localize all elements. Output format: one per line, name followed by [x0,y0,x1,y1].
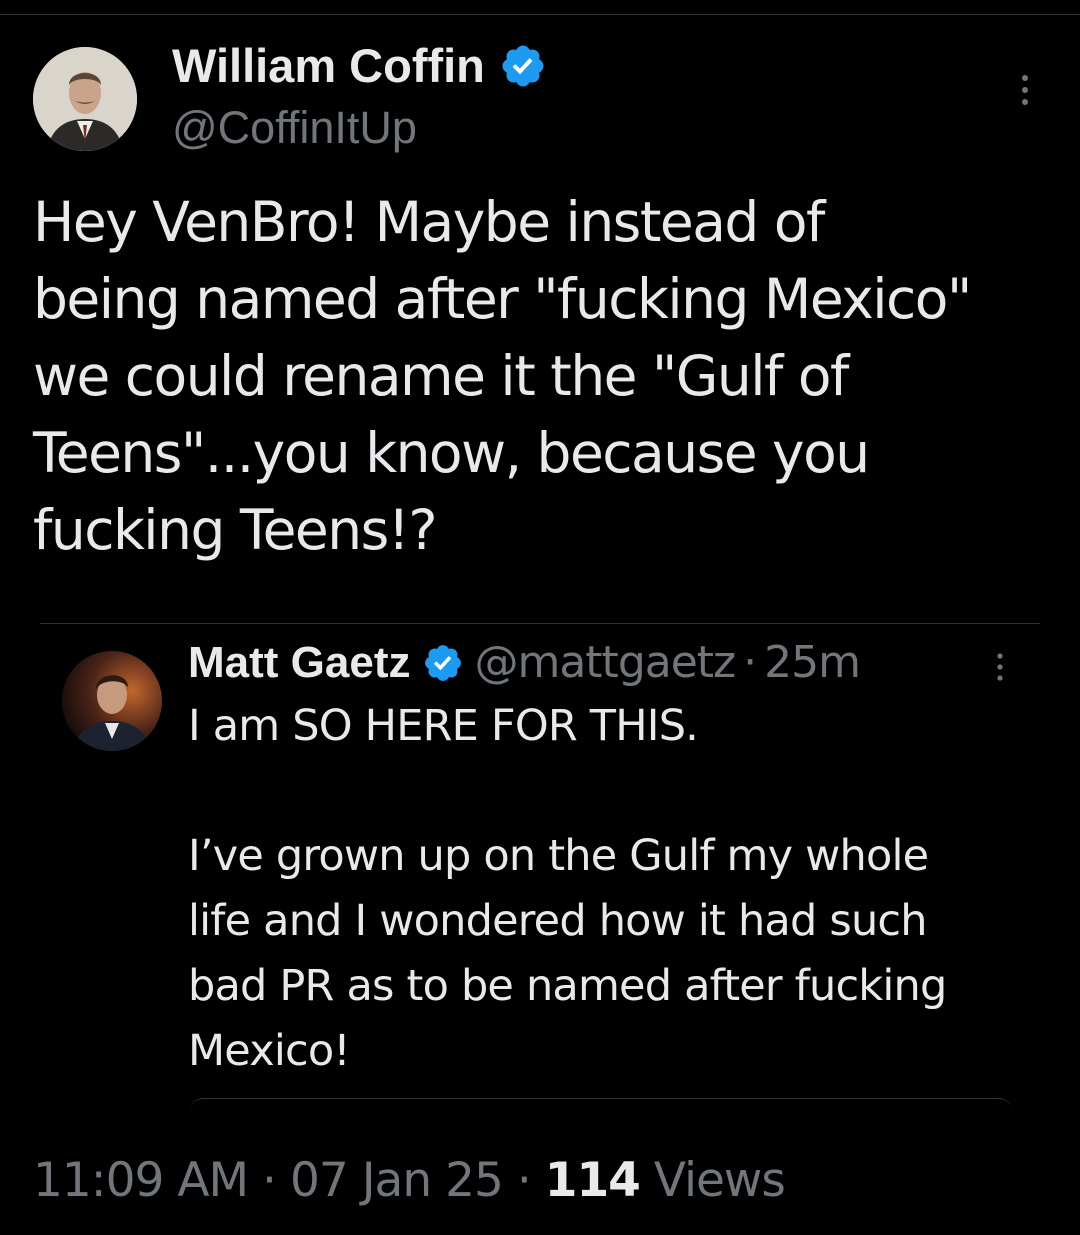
tweet-meta: 11:09 AM · 07 Jan 25 · 114 Views [33,1153,786,1208]
author-avatar-image [33,47,137,151]
quote-divider [40,623,1040,624]
author-name[interactable]: William Coffin [172,38,485,93]
views-label: Views [653,1153,786,1208]
reply-author-avatar[interactable] [62,651,162,751]
views-count: 114 [544,1153,641,1208]
verified-badge-icon [502,45,544,86]
reply-author-name[interactable]: Matt Gaetz [188,638,410,688]
verified-badge-icon [425,644,462,681]
separator-dot: · [743,637,757,688]
author-name-row: William Coffin [172,38,547,93]
more-vertical-icon[interactable] [1012,72,1038,112]
reply-avatar-image [62,651,162,751]
top-divider [0,14,1080,15]
more-vertical-icon[interactable] [990,650,1010,686]
reply-author-handle[interactable]: @mattgaetz [474,637,736,688]
reply-header: Matt Gaetz @mattgaetz · 25m [188,637,861,688]
tweet-date[interactable]: 07 Jan 25 [290,1153,504,1208]
author-handle[interactable]: @CoffinItUp [172,102,417,154]
reply-timestamp[interactable]: 25m [764,637,861,688]
separator-dot: · [262,1153,277,1208]
tweet-text: Hey VenBro! Maybe instead of being named… [33,190,972,562]
tweet-time[interactable]: 11:09 AM [33,1153,249,1208]
author-avatar[interactable] [33,47,137,151]
separator-dot: · [516,1153,532,1208]
reply-card-edge [190,1098,1012,1111]
reply-text: I am SO HERE FOR THIS. I’ve grown up on … [188,701,947,1076]
